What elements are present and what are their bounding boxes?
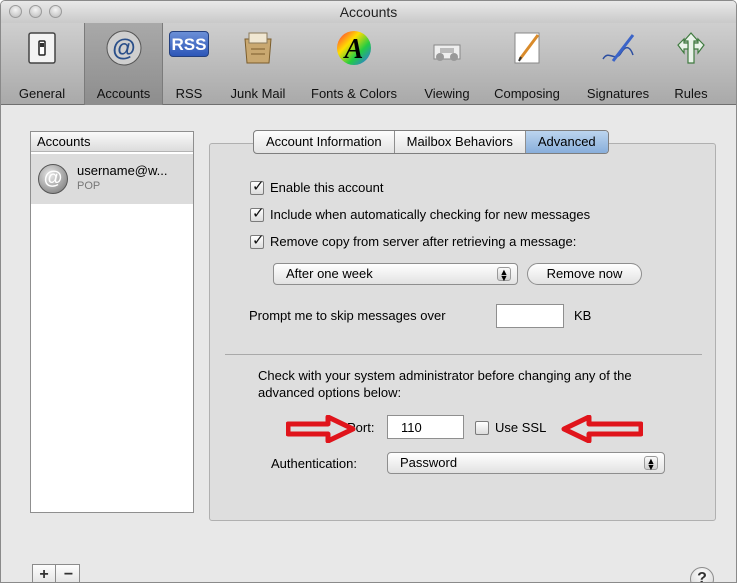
toolbar-label-fonts-colors: Fonts & Colors bbox=[311, 86, 397, 101]
toolbar-item-junk-mail[interactable]: Junk Mail bbox=[219, 23, 297, 105]
remove-copy-checkbox-row[interactable]: ✓ Remove copy from server after retrievin… bbox=[250, 232, 577, 251]
kb-unit-label: KB bbox=[574, 308, 592, 323]
title-bar: Accounts bbox=[1, 1, 736, 23]
fonts-letter: A bbox=[343, 34, 364, 65]
admin-note: Check with your system administrator bef… bbox=[258, 368, 632, 400]
toolbar-label-viewing: Viewing bbox=[424, 86, 470, 101]
window-title: Accounts bbox=[339, 4, 398, 20]
remove-copy-checkbox[interactable]: ✓ bbox=[250, 232, 265, 249]
signatures-icon bbox=[602, 34, 635, 62]
account-row[interactable]: @ username@w... POP bbox=[31, 154, 193, 204]
add-account-button[interactable]: + bbox=[33, 565, 56, 582]
select-arrows-icon: ▲ ▼ bbox=[644, 456, 658, 472]
toolbar-label-signatures: Signatures bbox=[586, 86, 650, 101]
remove-copy-label: Remove copy from server after retrieving… bbox=[270, 234, 577, 250]
preferences-window: Accounts General @ Accounts RSS RSS Junk… bbox=[0, 0, 737, 583]
account-tabs: Account Information Mailbox Behaviors Ad… bbox=[253, 130, 609, 154]
retention-select[interactable]: After one week ▲ ▼ bbox=[273, 263, 518, 285]
enable-account-checkbox-row[interactable]: ✓ Enable this account bbox=[250, 178, 384, 197]
rss-badge-text: RSS bbox=[171, 35, 207, 54]
enable-account-label: Enable this account bbox=[270, 180, 384, 196]
section-divider bbox=[225, 354, 702, 355]
include-auto-check-checkbox[interactable]: ✓ bbox=[250, 205, 265, 222]
composing-icon bbox=[514, 32, 540, 64]
authentication-select-value: Password bbox=[400, 455, 458, 470]
toolbar-item-rss[interactable]: RSS RSS bbox=[165, 23, 213, 105]
preferences-toolbar: General @ Accounts RSS RSS Junk Mail A F… bbox=[1, 23, 736, 105]
toolbar-label-junk-mail: Junk Mail bbox=[230, 86, 286, 101]
port-field[interactable]: 110 bbox=[387, 415, 464, 439]
enable-account-checkbox[interactable]: ✓ bbox=[250, 178, 265, 195]
toolbar-label-rules: Rules bbox=[674, 86, 708, 101]
authentication-select[interactable]: Password ▲ ▼ bbox=[387, 452, 665, 474]
account-name: username@w... bbox=[77, 163, 168, 178]
toolbar-item-fonts-colors[interactable]: A Fonts & Colors bbox=[299, 23, 409, 105]
svg-text:@: @ bbox=[112, 35, 135, 62]
toolbar-item-rules[interactable]: Rules bbox=[664, 23, 718, 105]
remove-now-button[interactable]: Remove now bbox=[527, 263, 642, 285]
use-ssl-row[interactable]: Use SSL bbox=[475, 419, 546, 435]
include-auto-check-label: Include when automatically checking for … bbox=[270, 207, 591, 223]
select-arrows-icon: ▲ ▼ bbox=[497, 267, 511, 283]
account-add-remove-buttons: + − bbox=[32, 564, 80, 582]
toolbar-label-rss: RSS bbox=[175, 86, 203, 101]
help-button[interactable]: ? bbox=[690, 567, 714, 582]
fonts-colors-icon: A bbox=[337, 31, 371, 65]
accounts-list-header: Accounts bbox=[31, 132, 193, 152]
prompt-skip-label: Prompt me to skip messages over bbox=[249, 308, 446, 323]
toolbar-item-general[interactable]: General bbox=[1, 23, 83, 105]
toolbar-item-accounts[interactable]: @ Accounts bbox=[84, 23, 163, 105]
at-sign-icon: @ bbox=[106, 30, 141, 66]
toolbar-label-composing: Composing bbox=[494, 86, 560, 101]
authentication-label: Authentication: bbox=[271, 456, 358, 471]
accounts-list: Accounts @ username@w... POP bbox=[30, 131, 194, 513]
tab-account-information[interactable]: Account Information bbox=[254, 131, 395, 153]
toolbar-item-signatures[interactable]: Signatures bbox=[576, 23, 660, 105]
use-ssl-label: Use SSL bbox=[495, 420, 547, 436]
account-at-icon: @ bbox=[38, 164, 68, 194]
tab-mailbox-behaviors[interactable]: Mailbox Behaviors bbox=[395, 131, 526, 153]
annotation-arrow-right-icon bbox=[286, 415, 356, 443]
rules-icon bbox=[677, 32, 705, 64]
account-type: POP bbox=[77, 180, 101, 192]
viewing-icon bbox=[433, 44, 461, 61]
general-switch-icon bbox=[28, 32, 56, 64]
junk-mail-icon bbox=[244, 32, 272, 64]
prompt-size-field[interactable] bbox=[496, 304, 564, 328]
annotation-arrow-left-icon bbox=[561, 415, 643, 443]
toolbar-item-composing[interactable]: Composing bbox=[484, 23, 570, 105]
retention-select-value: After one week bbox=[286, 266, 373, 281]
toolbar-item-viewing[interactable]: Viewing bbox=[414, 23, 480, 105]
use-ssl-checkbox[interactable] bbox=[475, 420, 489, 435]
tab-advanced[interactable]: Advanced bbox=[525, 131, 608, 153]
include-auto-check-row[interactable]: ✓ Include when automatically checking for… bbox=[250, 205, 591, 224]
remove-account-button[interactable]: − bbox=[57, 565, 80, 582]
toolbar-label-general: General bbox=[18, 86, 66, 101]
rss-icon: RSS bbox=[169, 31, 209, 57]
toolbar-label-accounts: Accounts bbox=[96, 86, 151, 101]
